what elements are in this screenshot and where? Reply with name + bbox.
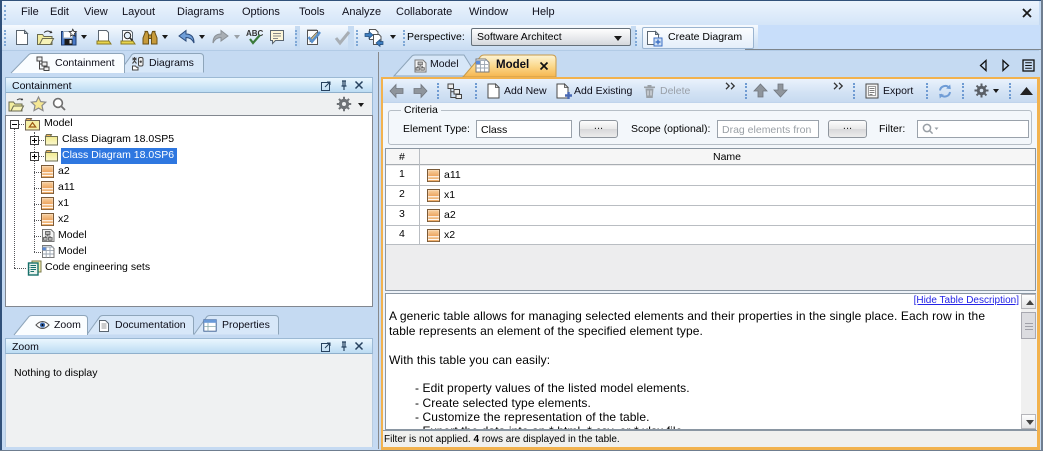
svg-text:ABC: ABC — [246, 29, 264, 38]
